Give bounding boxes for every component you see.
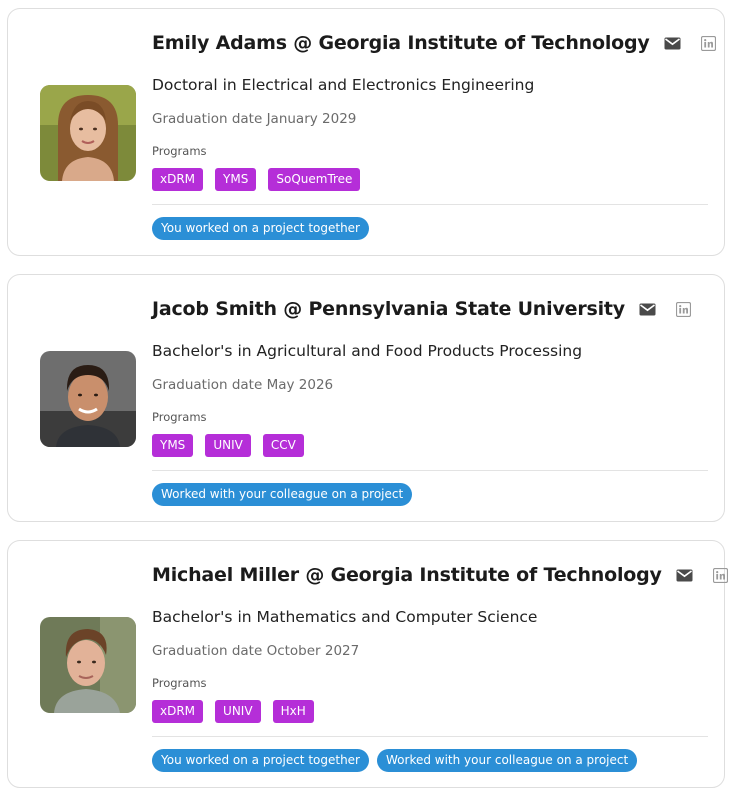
degree-text: Bachelor's in Agricultural and Food Prod…: [152, 342, 583, 360]
program-tag[interactable]: xDRM: [152, 168, 204, 191]
profile-heading: Michael Miller @ Georgia Institute of Te…: [152, 562, 728, 588]
programs-label: Programs: [152, 410, 207, 424]
profile-card: Jacob Smith @ Pennsylvania State Univers…: [7, 274, 725, 522]
program-tag[interactable]: CCV: [262, 434, 304, 457]
profile-card-list: Emily Adams @ Georgia Institute of Techn…: [0, 0, 738, 797]
divider: [152, 736, 708, 737]
connection-badge: Worked with your colleague on a project: [152, 483, 413, 506]
linkedin-icon[interactable]: [712, 567, 728, 583]
connection-badge-list: You worked on a project together Worked w…: [152, 749, 638, 772]
program-tag-list: xDRM UNIV HxH: [152, 700, 314, 723]
profile-card: Michael Miller @ Georgia Institute of Te…: [7, 540, 728, 788]
envelope-icon[interactable]: [639, 303, 656, 316]
degree-text: Doctoral in Electrical and Electronics E…: [152, 76, 535, 94]
program-tag-list: xDRM YMS SoQuemTree: [152, 168, 361, 191]
program-tag[interactable]: UNIV: [215, 700, 261, 723]
graduation-date: Graduation date May 2026: [152, 377, 334, 393]
profile-name[interactable]: Michael Miller @ Georgia Institute of Te…: [152, 564, 662, 586]
programs-label: Programs: [152, 144, 207, 158]
program-tag[interactable]: HxH: [272, 700, 314, 723]
divider: [152, 204, 708, 205]
connection-badge: You worked on a project together: [152, 749, 369, 772]
graduation-date: Graduation date January 2029: [152, 111, 357, 127]
program-tag[interactable]: SoQuemTree: [268, 168, 361, 191]
profile-heading: Jacob Smith @ Pennsylvania State Univers…: [152, 296, 691, 322]
connection-badge: Worked with your colleague on a project: [377, 749, 638, 772]
profile-card: Emily Adams @ Georgia Institute of Techn…: [7, 8, 725, 256]
linkedin-icon[interactable]: [700, 35, 716, 51]
program-tag[interactable]: UNIV: [205, 434, 251, 457]
connection-badge: You worked on a project together: [152, 217, 369, 240]
connection-badge-list: You worked on a project together: [152, 217, 369, 240]
program-tag[interactable]: YMS: [215, 168, 257, 191]
program-tag[interactable]: YMS: [152, 434, 194, 457]
graduation-date: Graduation date October 2027: [152, 643, 360, 659]
avatar: [40, 617, 136, 713]
envelope-icon[interactable]: [676, 569, 693, 582]
profile-name[interactable]: Emily Adams @ Georgia Institute of Techn…: [152, 32, 650, 54]
profile-name[interactable]: Jacob Smith @ Pennsylvania State Univers…: [152, 298, 625, 320]
program-tag[interactable]: xDRM: [152, 700, 204, 723]
divider: [152, 470, 708, 471]
envelope-icon[interactable]: [664, 37, 681, 50]
degree-text: Bachelor's in Mathematics and Computer S…: [152, 608, 538, 626]
program-tag-list: YMS UNIV CCV: [152, 434, 304, 457]
avatar: [40, 85, 136, 181]
avatar: [40, 351, 136, 447]
programs-label: Programs: [152, 676, 207, 690]
connection-badge-list: Worked with your colleague on a project: [152, 483, 413, 506]
profile-heading: Emily Adams @ Georgia Institute of Techn…: [152, 30, 716, 56]
linkedin-icon[interactable]: [675, 301, 691, 317]
